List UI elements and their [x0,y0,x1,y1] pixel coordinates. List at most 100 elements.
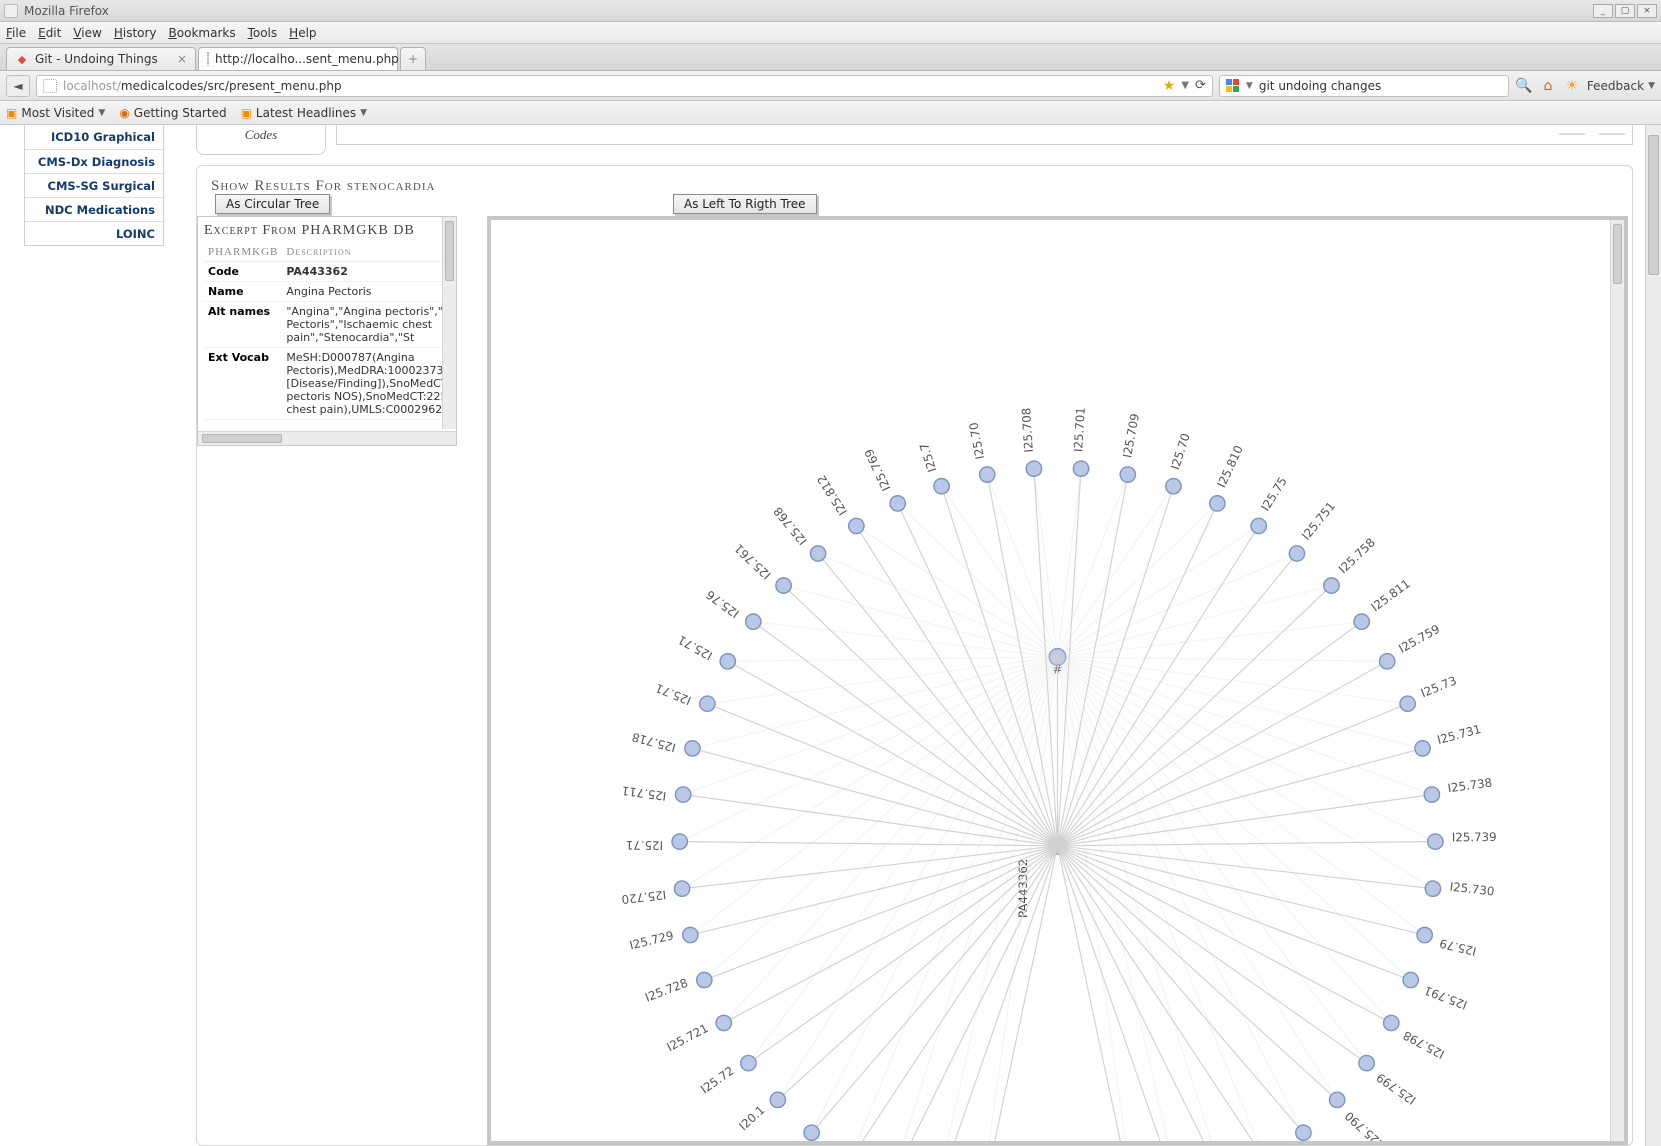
excerpt-row-altnames: Alt names"Angina","Angina pectoris","Ang… [204,302,442,348]
tab-label: Git - Undoing Things [35,52,158,66]
excerpt-scrollbar-horizontal[interactable] [198,431,456,445]
url-dropdown-icon[interactable]: ▼ [1181,80,1189,91]
nav-cms-dx[interactable]: CMS-Dx Diagnosis [25,149,163,173]
tab-git-undoing[interactable]: ◆ Git - Undoing Things × [6,47,196,70]
svg-text:I25.711: I25.711 [621,783,667,803]
search-bar[interactable]: ▼ git undoing changes [1219,75,1509,97]
firefox-icon: ◉ [119,106,129,120]
window-minimize-button[interactable]: _ [1593,4,1613,18]
radial-tree-svg[interactable]: #PA443362I25.119I25.110I20.8I20I20.9I20.… [491,220,1624,1141]
svg-text:I25.811: I25.811 [1368,576,1412,614]
window-close-button[interactable]: × [1637,4,1657,18]
svg-text:I25.739: I25.739 [1452,830,1497,844]
svg-text:I25.76: I25.76 [703,587,741,620]
back-button[interactable]: ◄ [6,75,30,97]
nav-loinc[interactable]: LOINC [25,221,163,245]
search-field[interactable] [336,125,1633,145]
excerpt-row-name: NameAngina Pectoris [204,282,442,302]
svg-text:I25.709: I25.709 [1120,412,1142,459]
menu-tools[interactable]: Tools [248,26,278,40]
excerpt-row-code: CodePA443362 [204,262,442,282]
tab-close-icon[interactable]: × [177,52,187,66]
excerpt-scrollbar-vertical[interactable] [442,217,456,429]
svg-text:I25.798: I25.798 [1401,1028,1447,1061]
home-icon[interactable]: ⌂ [1539,77,1557,95]
tab-localhost[interactable]: http://localho...sent_menu.php × [198,47,398,70]
menubar: File Edit View History Bookmarks Tools H… [0,22,1661,44]
svg-text:I25.71: I25.71 [653,681,693,708]
chevron-down-icon: ▼ [98,108,105,118]
search-text: git undoing changes [1259,79,1381,93]
menu-help[interactable]: Help [289,26,316,40]
svg-text:I25.721: I25.721 [664,1021,710,1054]
site-identity-icon[interactable] [43,79,57,93]
sync-icon[interactable]: ☀ [1563,77,1581,95]
page-scrollbar-vertical[interactable] [1645,125,1661,1146]
svg-text:I25.790: I25.790 [1342,1109,1385,1141]
svg-text:I25.728: I25.728 [643,976,690,1005]
svg-text:I25.759: I25.759 [1396,622,1442,656]
rss-icon: ▣ [6,106,17,120]
svg-text:I25.720: I25.720 [621,888,667,907]
decorative-icon [1599,125,1625,135]
feedback-button[interactable]: Feedback▼ [1587,79,1655,93]
url-toolbar: ◄ localhost/medicalcodes/src/present_men… [0,71,1661,101]
new-tab-button[interactable]: + [400,47,426,70]
svg-text:I25.71: I25.71 [675,632,714,662]
bm-most-visited[interactable]: ▣Most Visited▼ [6,106,105,120]
menu-view[interactable]: View [73,26,101,40]
svg-text:I25.751: I25.751 [1299,499,1338,543]
menu-file[interactable]: File [6,26,26,40]
svg-text:I25.730: I25.730 [1449,880,1495,899]
results-title: Show Results For stenocardia [211,178,1620,195]
scrollbar-thumb[interactable] [445,221,454,281]
lr-tree-button[interactable]: As Left To Rigth Tree [673,194,817,214]
reload-icon[interactable]: ⟳ [1195,78,1206,93]
binoculars-icon[interactable]: 🔍 [1515,77,1533,95]
search-tab-codes[interactable]: Codes [196,125,326,155]
app-icon [4,4,18,18]
google-icon[interactable] [1226,79,1240,93]
svg-text:I20.9: I20.9 [773,1138,803,1141]
nav-cms-sg[interactable]: CMS-SG Surgical [25,173,163,197]
svg-text:I20.1: I20.1 [736,1103,767,1133]
bookmarks-toolbar: ▣Most Visited▼ ◉Getting Started ▣Latest … [0,101,1661,125]
tab-label: http://localho...sent_menu.php [215,52,399,66]
nav-ndc[interactable]: NDC Medications [25,197,163,221]
bm-getting-started[interactable]: ◉Getting Started [119,106,226,120]
svg-text:I25.761: I25.761 [732,541,774,582]
nav-icd10-graphical[interactable]: ICD10 Graphical [25,125,163,149]
right-icon-strip [1559,125,1625,135]
svg-text:I25.791: I25.791 [1422,983,1469,1012]
left-nav: ICD10 Graphical CMS-Dx Diagnosis CMS-SG … [24,125,164,246]
svg-text:I25.812: I25.812 [814,472,850,517]
menu-edit[interactable]: Edit [38,26,61,40]
svg-text:I25.810: I25.810 [1214,443,1246,489]
window-title: Mozilla Firefox [24,4,109,18]
menu-bookmarks[interactable]: Bookmarks [169,26,236,40]
results-card: Show Results For stenocardia As Circular… [196,165,1633,1146]
window-maximize-button[interactable]: ▢ [1615,4,1635,18]
window-titlebar: Mozilla Firefox _ ▢ × [0,0,1661,22]
bm-latest-headlines[interactable]: ▣Latest Headlines▼ [241,106,367,120]
page-content: ICD10 Graphical CMS-Dx Diagnosis CMS-SG … [0,125,1661,1146]
circular-tree-button[interactable]: As Circular Tree [215,194,330,214]
search-engine-dropdown-icon[interactable]: ▼ [1246,81,1253,91]
git-icon: ◆ [15,52,29,66]
svg-text:I25.769: I25.769 [862,447,894,493]
decorative-icon [1559,125,1585,135]
url-bar[interactable]: localhost/medicalcodes/src/present_menu.… [36,75,1213,97]
svg-text:I25.799: I25.799 [1374,1070,1419,1107]
svg-text:I25.72: I25.72 [698,1064,737,1097]
svg-text:I25.7: I25.7 [917,441,939,474]
scrollbar-thumb[interactable] [1613,224,1622,284]
svg-text:I25.718: I25.718 [630,730,677,755]
menu-history[interactable]: History [114,26,157,40]
graph-panel[interactable]: #PA443362I25.119I25.110I20.8I20I20.9I20.… [487,216,1628,1145]
scrollbar-thumb[interactable] [1648,135,1659,275]
graph-scrollbar-vertical[interactable] [1610,220,1624,1141]
svg-text:I25.75: I25.75 [1258,475,1290,514]
bookmark-star-icon[interactable]: ★ [1163,78,1176,94]
scrollbar-thumb[interactable] [202,434,282,443]
chevron-down-icon: ▼ [360,108,367,118]
